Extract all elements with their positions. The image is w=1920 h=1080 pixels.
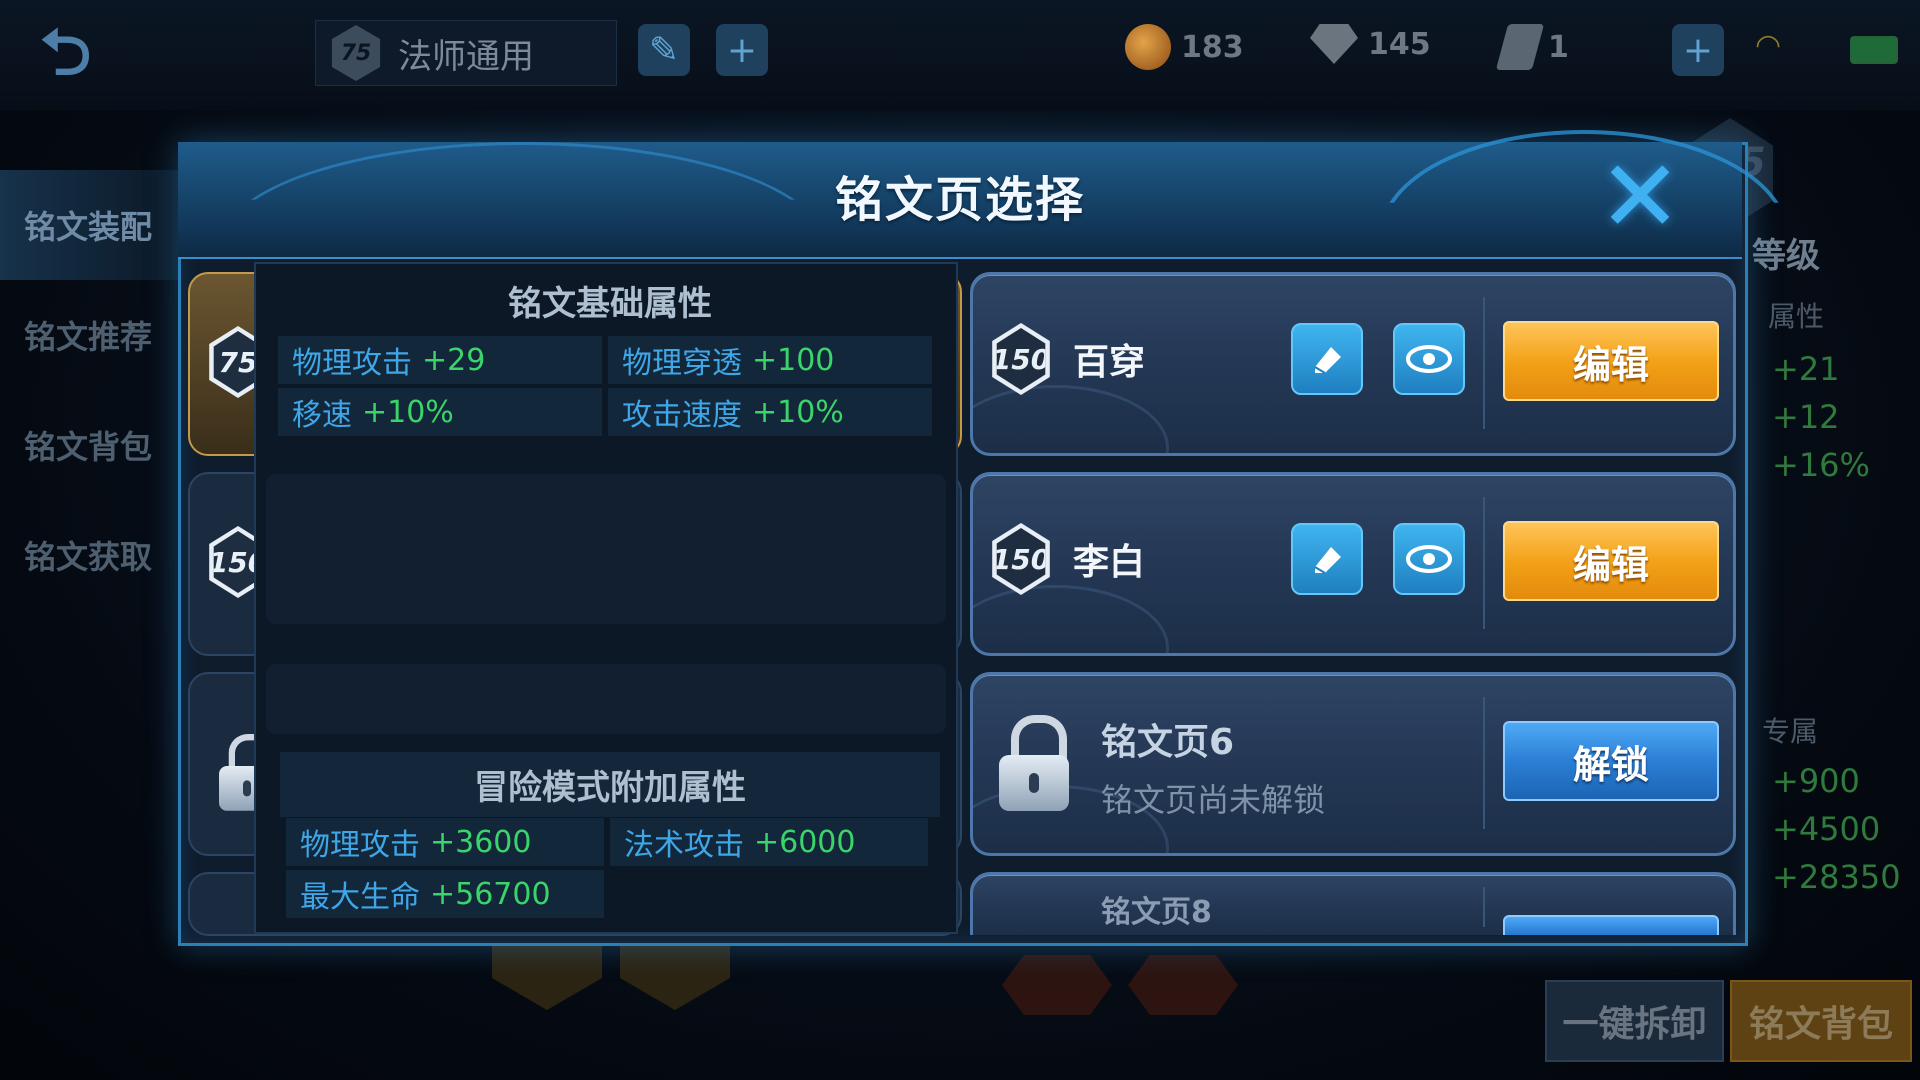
card-divider bbox=[1483, 497, 1485, 629]
rename-icon[interactable] bbox=[1291, 523, 1363, 595]
top-bar bbox=[0, 0, 1920, 110]
add-page-icon[interactable]: + bbox=[716, 24, 768, 76]
gold-counter: 183 bbox=[1125, 24, 1244, 70]
side-menu-item[interactable]: 铭文获取 bbox=[0, 500, 180, 610]
side-menu-item[interactable]: 铭文推荐 bbox=[0, 280, 180, 390]
side-menu-item[interactable]: 铭文装配 bbox=[0, 170, 180, 280]
adventure-attr-item: 法术攻击 +6000 bbox=[610, 818, 928, 866]
exclusive-value: +900 bbox=[1772, 762, 1860, 800]
page-name: 百穿 bbox=[1073, 342, 1146, 383]
rune-slot-icon bbox=[1002, 955, 1112, 1015]
page-level: 150 bbox=[991, 342, 1051, 376]
attr-name: 物理攻击 bbox=[300, 828, 420, 863]
diamond-counter: 145 bbox=[1310, 24, 1431, 64]
attr-heading: 属性 bbox=[1768, 300, 1825, 333]
card-divider bbox=[1483, 697, 1485, 829]
attr-name: 攻击速度 bbox=[622, 398, 742, 433]
attr-value: +100 bbox=[752, 342, 835, 378]
exclusive-value: +28350 bbox=[1772, 858, 1901, 896]
page-name: 李白 bbox=[1073, 542, 1146, 583]
exclusive-value: +4500 bbox=[1772, 810, 1881, 848]
rune-slot-icon bbox=[1128, 955, 1238, 1015]
rename-icon[interactable]: ✎ bbox=[638, 24, 690, 76]
eye-icon[interactable] bbox=[1393, 323, 1465, 395]
side-menu-item[interactable]: 铭文背包 bbox=[0, 390, 180, 500]
adventure-attr-item: 物理攻击 +3600 bbox=[286, 818, 604, 866]
current-page-indicator[interactable]: 75 法师通用 bbox=[315, 20, 617, 86]
attr-value: +16% bbox=[1772, 446, 1870, 484]
base-attr-heading: 铭文基础属性 bbox=[508, 284, 712, 324]
current-page-level: 75 bbox=[340, 40, 372, 66]
attr-name: 移速 bbox=[292, 398, 352, 433]
edit-button[interactable]: 编辑 bbox=[1503, 321, 1719, 401]
dimmed-row bbox=[266, 474, 946, 624]
level-heading: 等级 bbox=[1752, 236, 1820, 276]
level-hex-icon: 150 bbox=[991, 323, 1051, 395]
page-card[interactable]: 150 百穿 编辑 bbox=[970, 272, 1736, 456]
level-hex-icon: 150 bbox=[991, 523, 1051, 595]
rune-bag-button[interactable]: 铭文背包 bbox=[1730, 980, 1912, 1062]
attr-value: +12 bbox=[1772, 398, 1840, 436]
unlock-button[interactable] bbox=[1503, 915, 1719, 935]
lock-icon bbox=[999, 715, 1069, 815]
rune-attribute-panel: 铭文基础属性 物理攻击 +29 物理穿透 +100 移速 +10% 攻击速度 +10% … bbox=[254, 262, 958, 934]
attr-value: +21 bbox=[1772, 350, 1840, 388]
page-level: 150 bbox=[991, 542, 1051, 576]
card-divider bbox=[1483, 297, 1485, 429]
page-card-locked[interactable]: 铭文页6 铭文页尚未解锁 解锁 bbox=[970, 672, 1736, 856]
adventure-attr-heading: 冒险模式附加属性 bbox=[280, 752, 940, 817]
level-hex-icon: 75 bbox=[331, 25, 381, 81]
gold-coin-icon bbox=[1125, 24, 1171, 70]
base-attr-item: 物理攻击 +29 bbox=[278, 336, 602, 384]
dismantle-all-button[interactable]: 一键拆卸 bbox=[1545, 980, 1724, 1062]
ticket-amount: 1 bbox=[1548, 29, 1569, 65]
page-card-locked[interactable]: 铭文页8 bbox=[970, 872, 1736, 935]
attr-value: +10% bbox=[752, 394, 844, 430]
dialog-title: 铭文页选择 bbox=[834, 172, 1085, 228]
rename-icon[interactable] bbox=[1291, 323, 1363, 395]
adventure-attr-item: 最大生命 +56700 bbox=[286, 870, 604, 918]
ticket-icon bbox=[1495, 24, 1545, 70]
base-attr-item: 物理穿透 +100 bbox=[608, 336, 932, 384]
card-decoration bbox=[973, 585, 1169, 653]
base-attr-item: 攻击速度 +10% bbox=[608, 388, 932, 436]
card-divider bbox=[1483, 887, 1485, 927]
base-attr-item: 移速 +10% bbox=[278, 388, 602, 436]
page-card[interactable]: 150 李白 编辑 bbox=[970, 472, 1736, 656]
page-name: 铭文页6 bbox=[1101, 722, 1235, 763]
page-name: 铭文页8 bbox=[1101, 895, 1212, 930]
gold-amount: 183 bbox=[1181, 29, 1244, 65]
attr-value: +6000 bbox=[754, 824, 856, 860]
diamond-icon bbox=[1310, 24, 1358, 64]
attr-name: 物理攻击 bbox=[292, 346, 412, 381]
card-decoration bbox=[973, 385, 1169, 453]
battery-icon bbox=[1850, 36, 1898, 64]
dimmed-row bbox=[266, 664, 946, 734]
attr-name: 法术攻击 bbox=[624, 828, 744, 863]
ticket-counter: 1 bbox=[1495, 24, 1569, 70]
wifi-icon: ◠ bbox=[1755, 28, 1782, 63]
eye-icon[interactable] bbox=[1393, 523, 1465, 595]
attr-name: 最大生命 bbox=[300, 880, 420, 915]
attr-value: +10% bbox=[362, 394, 454, 430]
exclusive-heading: 专属 bbox=[1762, 715, 1819, 748]
attr-value: +3600 bbox=[430, 824, 532, 860]
diamond-amount: 145 bbox=[1368, 26, 1431, 62]
recharge-add-icon[interactable]: + bbox=[1672, 24, 1724, 76]
attr-value: +29 bbox=[422, 342, 486, 378]
unlock-button[interactable]: 解锁 bbox=[1503, 721, 1719, 801]
page-level: 75 bbox=[218, 345, 258, 379]
attr-value: +56700 bbox=[430, 876, 551, 912]
edit-button[interactable]: 编辑 bbox=[1503, 521, 1719, 601]
close-icon[interactable]: ✕ bbox=[1598, 147, 1682, 247]
side-menu: 铭文装配 铭文推荐 铭文背包 铭文获取 bbox=[0, 170, 180, 610]
locked-status: 铭文页尚未解锁 bbox=[1101, 781, 1326, 819]
current-page-name: 法师通用 bbox=[398, 36, 534, 77]
back-button[interactable]: ⮌ bbox=[40, 18, 170, 88]
attr-name: 物理穿透 bbox=[622, 346, 742, 381]
